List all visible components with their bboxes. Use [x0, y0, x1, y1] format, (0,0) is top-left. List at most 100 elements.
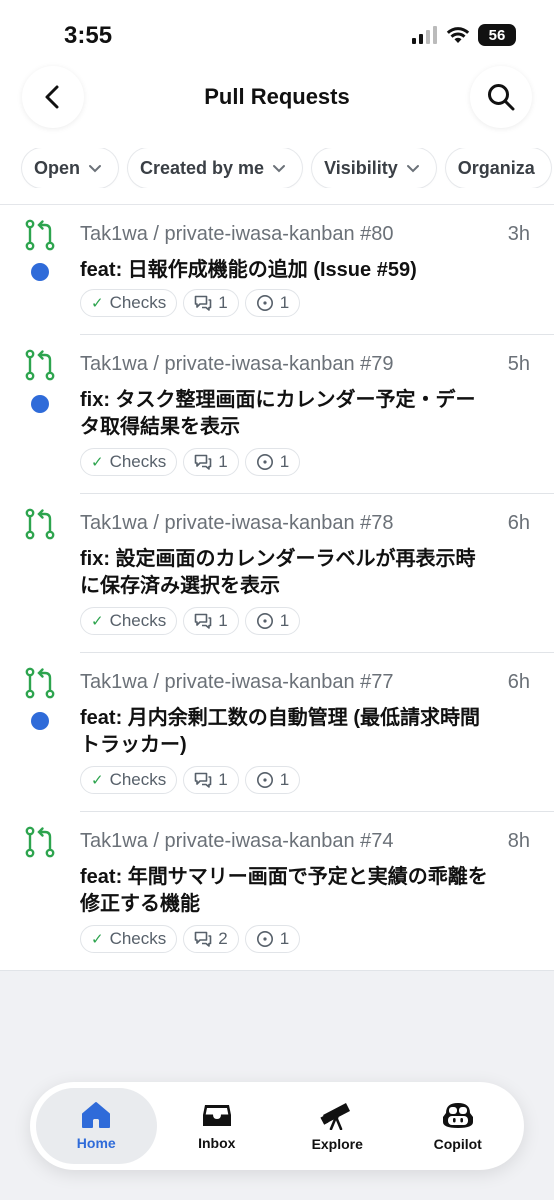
pr-repo: Tak1wa / private-iwasa-kanban #80 — [80, 223, 394, 245]
copilot-icon — [442, 1103, 473, 1128]
comments-count: 1 — [218, 452, 228, 471]
home-icon — [82, 1102, 111, 1128]
tab-label: Copilot — [433, 1136, 482, 1152]
checks-label: Checks — [109, 770, 167, 789]
check-icon: ✓ — [91, 613, 104, 630]
search-icon — [488, 84, 515, 111]
issues-count: 1 — [279, 770, 290, 789]
telescope-icon — [320, 1103, 351, 1130]
pr-time: 6h — [507, 512, 530, 534]
pr-time: 5h — [507, 353, 530, 375]
issue-icon — [256, 454, 273, 470]
pull-request-list: Tak1wa / private-iwasa-kanban #80 3h fea… — [0, 205, 554, 969]
checks-label: Checks — [109, 929, 167, 948]
unread-indicator — [31, 712, 49, 730]
comment-icon — [194, 931, 212, 947]
pr-repo: Tak1wa / private-iwasa-kanban #78 — [80, 512, 394, 534]
pr-title: feat: 日報作成機能の追加 (Issue #59) — [80, 259, 417, 281]
pull-request-item[interactable]: Tak1wa / private-iwasa-kanban #77 6h fea… — [0, 653, 554, 812]
battery-indicator: 56 — [478, 24, 516, 46]
status-bar: 3:55 56 — [0, 0, 554, 70]
issues-badge: 1 — [244, 448, 301, 476]
filter-open[interactable]: Open — [22, 148, 119, 188]
checks-badge[interactable]: ✓ Checks — [80, 766, 178, 794]
tab-inbox[interactable]: Inbox — [157, 1088, 278, 1164]
filter-bar: Open Created by me Visibility Organiza — [0, 148, 554, 188]
checks-label: Checks — [109, 293, 167, 312]
pr-meta: ✓ Checks 1 1 — [80, 289, 301, 317]
issue-icon — [256, 931, 273, 947]
filter-organization[interactable]: Organiza — [445, 148, 551, 188]
pull-request-icon — [25, 349, 55, 381]
chevron-down-icon — [406, 165, 419, 173]
issue-icon — [256, 772, 273, 788]
tab-explore[interactable]: Explore — [277, 1088, 398, 1164]
pr-repo: Tak1wa / private-iwasa-kanban #74 — [80, 830, 394, 852]
comments-badge: 1 — [183, 289, 239, 317]
issues-badge: 1 — [244, 289, 301, 317]
filter-label: Open — [34, 157, 81, 178]
pull-request-icon — [25, 667, 55, 699]
pull-request-item[interactable]: Tak1wa / private-iwasa-kanban #78 6h fix… — [0, 494, 554, 653]
chevron-down-icon — [89, 165, 102, 173]
comment-icon — [194, 772, 212, 788]
comment-icon — [194, 295, 212, 311]
checks-badge[interactable]: ✓ Checks — [80, 925, 178, 953]
comment-icon — [194, 454, 212, 470]
comments-badge: 2 — [183, 925, 239, 953]
comments-badge: 1 — [183, 607, 239, 635]
pr-time: 8h — [507, 830, 530, 852]
pr-title: fix: タスク整理画面にカレンダー予定・データ取得結果を表示 — [80, 389, 476, 438]
pr-meta: ✓ Checks 1 1 — [80, 448, 301, 476]
comments-count: 1 — [218, 293, 228, 312]
issues-badge: 1 — [244, 607, 301, 635]
bottom-tab-bar: Home Inbox Explore Copilot — [30, 1082, 524, 1170]
filter-created-by-me[interactable]: Created by me — [128, 148, 303, 188]
issue-icon — [256, 613, 273, 629]
issues-count: 1 — [279, 929, 290, 948]
pr-meta: ✓ Checks 1 1 — [80, 766, 301, 794]
pr-time: 6h — [507, 671, 530, 693]
pr-repo: Tak1wa / private-iwasa-kanban #79 — [80, 353, 394, 375]
checks-badge[interactable]: ✓ Checks — [80, 607, 178, 635]
checks-label: Checks — [109, 611, 167, 630]
pr-meta: ✓ Checks 2 1 — [80, 925, 301, 953]
status-icons: 56 — [412, 24, 516, 46]
check-icon: ✓ — [91, 454, 104, 471]
pull-request-item[interactable]: Tak1wa / private-iwasa-kanban #74 8h fea… — [0, 812, 554, 969]
tab-label: Home — [76, 1135, 116, 1151]
check-icon: ✓ — [91, 931, 104, 948]
pull-request-icon — [25, 826, 55, 858]
issues-badge: 1 — [244, 766, 301, 794]
check-icon: ✓ — [91, 772, 104, 789]
checks-label: Checks — [109, 452, 167, 471]
tab-label: Explore — [311, 1136, 363, 1152]
issues-count: 1 — [279, 611, 290, 630]
pr-repo: Tak1wa / private-iwasa-kanban #77 — [80, 671, 394, 693]
wifi-icon — [446, 27, 470, 43]
pr-title: feat: 月内余剰工数の自動管理 (最低請求時間トラッカー) — [80, 707, 480, 756]
tab-copilot[interactable]: Copilot — [398, 1088, 519, 1164]
tab-label: Inbox — [198, 1135, 236, 1151]
pr-title: fix: 設定画面のカレンダーラベルが再表示時に保存済み選択を表示 — [80, 548, 476, 597]
nav-header: Pull Requests — [0, 66, 554, 132]
unread-indicator — [31, 263, 49, 281]
issue-icon — [256, 295, 273, 311]
filter-label: Created by me — [140, 157, 265, 178]
filter-visibility[interactable]: Visibility — [312, 148, 436, 188]
pull-request-item[interactable]: Tak1wa / private-iwasa-kanban #80 3h fea… — [0, 205, 554, 335]
signal-icon — [412, 26, 437, 44]
search-button[interactable] — [470, 66, 532, 128]
comment-icon — [194, 613, 212, 629]
issues-count: 1 — [279, 452, 290, 471]
unread-indicator — [31, 395, 49, 413]
issues-badge: 1 — [244, 925, 301, 953]
checks-badge[interactable]: ✓ Checks — [80, 448, 178, 476]
pull-request-icon — [25, 508, 55, 540]
status-time: 3:55 — [64, 22, 113, 49]
comments-count: 1 — [218, 770, 228, 789]
pr-meta: ✓ Checks 1 1 — [80, 607, 301, 635]
checks-badge[interactable]: ✓ Checks — [80, 289, 178, 317]
pull-request-item[interactable]: Tak1wa / private-iwasa-kanban #79 5h fix… — [0, 335, 554, 494]
tab-home[interactable]: Home — [36, 1088, 157, 1164]
